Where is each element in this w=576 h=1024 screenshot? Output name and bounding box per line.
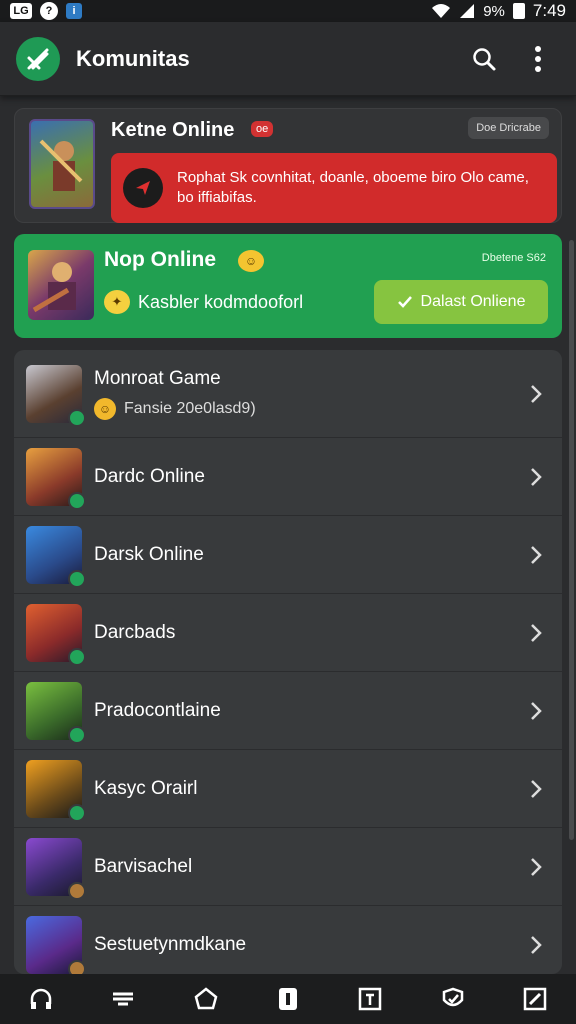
game-title: Barvisachel xyxy=(94,855,193,877)
lg-icon: LG xyxy=(10,3,32,19)
featured-game-title: Ketne Online xyxy=(111,119,235,141)
check-badge-icon xyxy=(68,647,86,666)
list-item[interactable]: Barvisachel xyxy=(14,828,562,906)
chevron-right-icon xyxy=(516,374,556,414)
check-badge-icon xyxy=(68,881,86,900)
game-title: Darcbads xyxy=(94,621,176,643)
game-title: Dardc Online xyxy=(94,465,205,487)
nav-headset[interactable] xyxy=(19,979,63,1019)
game-thumbnail xyxy=(26,525,86,588)
nav-edit[interactable] xyxy=(513,979,557,1019)
scrollbar[interactable] xyxy=(569,240,574,840)
check-badge-icon xyxy=(68,959,86,974)
list-item[interactable]: Dardc Online xyxy=(14,438,562,516)
featured-game-card[interactable]: Ketne Online oe Doe Dricrabe Rophat Sk c… xyxy=(14,108,562,223)
chevron-right-icon xyxy=(516,847,556,887)
chevron-right-icon xyxy=(516,769,556,809)
page-title: Komunitas xyxy=(76,45,190,71)
check-icon xyxy=(397,296,412,308)
game-thumbnail xyxy=(26,364,86,427)
game-title: Pradocontlaine xyxy=(94,699,221,721)
nav-grid[interactable] xyxy=(348,979,392,1019)
layers-icon xyxy=(113,992,134,1006)
edit-icon xyxy=(523,987,547,1011)
check-badge-icon xyxy=(68,803,86,822)
more-vert-icon xyxy=(535,45,541,72)
list-item[interactable]: Pradocontlaine xyxy=(14,672,562,750)
app-notification-icon: i xyxy=(66,3,82,19)
info-icon xyxy=(278,988,297,1010)
status-badge: oe xyxy=(251,121,274,137)
chevron-right-icon xyxy=(516,613,556,653)
check-badge-icon xyxy=(68,725,86,744)
game-title: Darsk Online xyxy=(94,543,204,565)
chevron-right-icon xyxy=(516,535,556,575)
game-subtitle-text: Fansie 20e0lasd9) xyxy=(124,399,256,417)
game-title: Sestuetynmdkane xyxy=(94,933,247,955)
check-badge-icon xyxy=(68,408,86,427)
list-item[interactable]: Monroat Game ☺ Fansie 20e0lasd9) xyxy=(14,350,562,438)
online-game-title: Nop Online xyxy=(104,248,216,271)
app-bar: Komunitas xyxy=(0,22,576,96)
game-thumbnail xyxy=(26,447,86,510)
check-badge-icon xyxy=(68,491,86,510)
chevron-right-icon xyxy=(516,691,556,731)
search-icon xyxy=(473,47,496,70)
nav-chat[interactable] xyxy=(184,979,228,1019)
alert-message: Rophat Sk covnhitat, doanle, oboeme biro… xyxy=(177,169,529,206)
headset-icon xyxy=(30,988,52,1009)
battery-percent: 9% xyxy=(483,2,505,20)
offline-alert: Rophat Sk covnhitat, doanle, oboeme biro… xyxy=(111,153,557,223)
online-subtitle: ✦ Kasbler kodmdooforl xyxy=(104,290,303,314)
go-online-label: Dalast Onliene xyxy=(420,293,526,310)
nav-info[interactable] xyxy=(266,979,310,1019)
battery-icon xyxy=(512,3,525,19)
nav-layers[interactable] xyxy=(101,979,145,1019)
grid-icon xyxy=(359,987,382,1011)
shield-icon xyxy=(442,987,463,1007)
game-thumbnail xyxy=(26,915,86,974)
status-bar: LG ? i 9% 7:49 xyxy=(0,0,576,22)
help-icon: ? xyxy=(40,2,58,20)
chat-icon xyxy=(194,987,218,1010)
alert-icon xyxy=(123,168,163,208)
game-thumbnail xyxy=(26,759,86,822)
coin-icon: ☺ xyxy=(94,397,116,420)
list-item[interactable]: Darsk Online xyxy=(14,516,562,594)
signal-icon xyxy=(460,4,475,18)
nav-shield[interactable] xyxy=(431,979,475,1019)
check-badge-icon xyxy=(68,569,86,588)
game-title: Kasyc Orairl xyxy=(94,777,198,799)
clock: 7:49 xyxy=(532,1,566,20)
chevron-right-icon xyxy=(516,925,556,965)
overflow-menu-button[interactable] xyxy=(516,37,560,81)
details-label: Dbetene S62 xyxy=(481,252,546,264)
wifi-icon xyxy=(432,4,451,18)
game-subtitle: ☺ Fansie 20e0lasd9) xyxy=(94,397,516,420)
search-button[interactable] xyxy=(462,37,506,81)
game-thumbnail xyxy=(26,837,86,900)
game-thumbnail xyxy=(26,603,86,666)
online-subtitle-text: Kasbler kodmdooforl xyxy=(138,291,304,312)
list-item[interactable]: Sestuetynmdkane xyxy=(14,906,562,974)
emoji-icon: ☺ xyxy=(238,250,264,272)
app-logo-icon[interactable] xyxy=(16,36,60,81)
game-thumbnail xyxy=(29,119,95,209)
go-online-button[interactable]: Dalast Onliene xyxy=(374,280,548,324)
details-pill[interactable]: Doe Dricrabe xyxy=(468,117,549,139)
game-title: Monroat Game xyxy=(94,367,221,389)
online-game-card[interactable]: Nop Online ☺ Dbetene S62 ✦ Kasbler kodmd… xyxy=(14,234,562,338)
list-item[interactable]: Darcbads xyxy=(14,594,562,672)
game-list: Monroat Game ☺ Fansie 20e0lasd9) Dardc O… xyxy=(14,350,562,974)
list-item[interactable]: Kasyc Orairl xyxy=(14,750,562,828)
game-thumbnail xyxy=(26,681,86,744)
game-thumbnail xyxy=(28,250,94,320)
chevron-right-icon xyxy=(516,457,556,497)
star-face-icon: ✦ xyxy=(104,290,130,314)
bottom-nav xyxy=(0,974,576,1024)
